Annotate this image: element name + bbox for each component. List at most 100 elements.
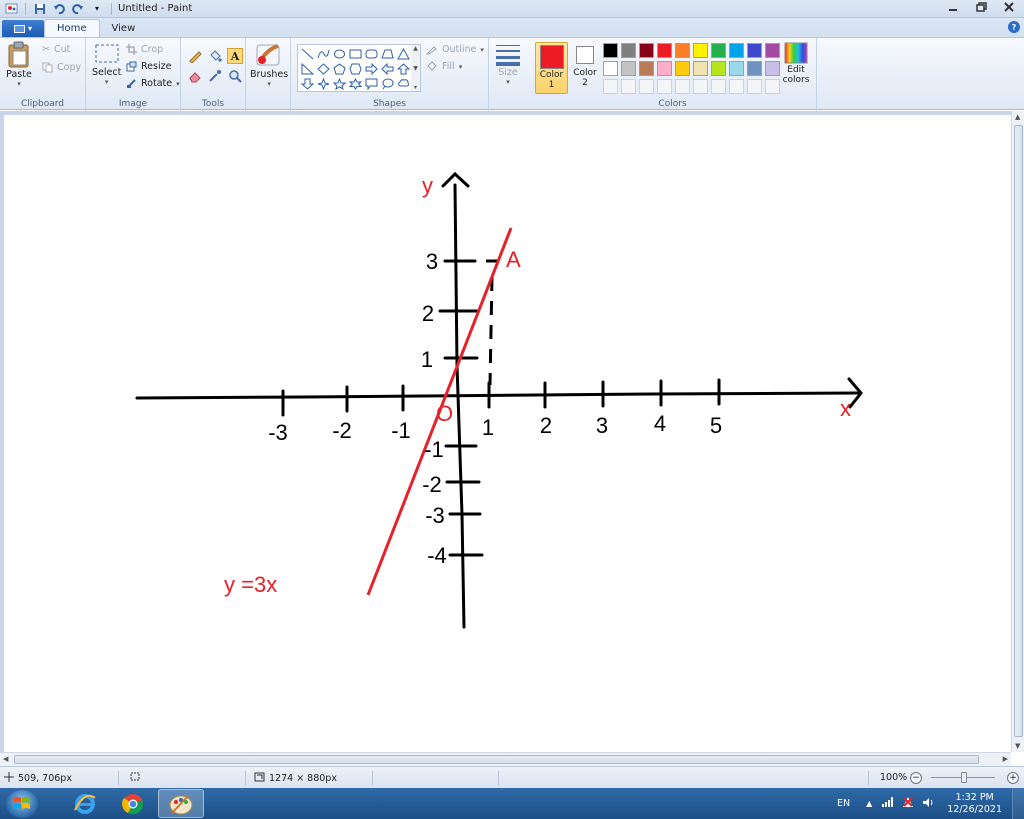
zoom-out-icon[interactable]: − xyxy=(910,772,922,784)
color-swatch[interactable] xyxy=(603,43,618,58)
show-hidden-icons-icon[interactable]: ▲ xyxy=(866,799,872,808)
line-shape-icon[interactable] xyxy=(299,46,315,61)
redo-icon[interactable] xyxy=(71,2,85,15)
color-swatch[interactable] xyxy=(675,43,690,58)
color-swatch[interactable] xyxy=(729,61,744,76)
show-desktop-button[interactable] xyxy=(1012,788,1024,819)
crop-button[interactable]: Crop xyxy=(126,44,163,55)
up-arrow-shape-icon[interactable] xyxy=(395,61,411,76)
color2-button[interactable]: Color 2 xyxy=(570,42,600,94)
rectangle-shape-icon[interactable] xyxy=(347,46,363,61)
custom-color-swatch[interactable] xyxy=(747,79,762,94)
color-swatch[interactable] xyxy=(603,61,618,76)
copy-button[interactable]: Copy xyxy=(42,62,81,73)
language-indicator[interactable]: EN xyxy=(837,798,850,809)
chrome-taskbar-button[interactable] xyxy=(110,789,156,818)
action-center-icon[interactable] xyxy=(902,796,914,811)
color-swatch[interactable] xyxy=(657,43,672,58)
horizontal-scrollbar[interactable]: ◀ ▶ xyxy=(0,752,1011,766)
vertical-scrollbar[interactable]: ▲ ▼ xyxy=(1011,111,1024,752)
color-swatch[interactable] xyxy=(711,61,726,76)
magnifier-icon[interactable] xyxy=(227,68,243,84)
oval-callout-shape-icon[interactable] xyxy=(379,76,395,91)
shapes-scroll[interactable]: ▲ ▼ ▾ xyxy=(411,45,420,91)
cloud-callout-shape-icon[interactable] xyxy=(395,76,411,91)
cut-button[interactable]: ✂ Cut xyxy=(42,44,70,55)
down-arrow-shape-icon[interactable] xyxy=(299,76,315,91)
brushes-button[interactable]: Brushes ▾ xyxy=(250,41,288,88)
custom-color-swatch[interactable] xyxy=(765,79,780,94)
color-swatch[interactable] xyxy=(675,61,690,76)
fill-bucket-icon[interactable] xyxy=(207,48,223,64)
color-picker-icon[interactable] xyxy=(207,68,223,84)
outline-button[interactable]: Outline ▾ xyxy=(426,44,484,55)
polygon-shape-icon[interactable] xyxy=(379,46,395,61)
right-triangle-shape-icon[interactable] xyxy=(299,61,315,76)
vertical-scroll-thumb[interactable] xyxy=(1014,125,1023,737)
custom-color-swatch[interactable] xyxy=(621,79,636,94)
color-swatch[interactable] xyxy=(729,43,744,58)
color1-button[interactable]: Color 1 xyxy=(535,42,568,94)
custom-color-swatch[interactable] xyxy=(675,79,690,94)
eraser-icon[interactable] xyxy=(187,68,203,84)
hexagon-shape-icon[interactable] xyxy=(347,61,363,76)
rounded-rectangle-shape-icon[interactable] xyxy=(363,46,379,61)
tab-view[interactable]: View xyxy=(100,20,148,37)
paint-app-icon[interactable] xyxy=(4,2,18,15)
color-swatch[interactable] xyxy=(747,43,762,58)
expand-icon[interactable]: ▾ xyxy=(414,84,417,91)
color-swatch[interactable] xyxy=(657,61,672,76)
oval-shape-icon[interactable] xyxy=(331,46,347,61)
custom-color-swatch[interactable] xyxy=(711,79,726,94)
color-swatch[interactable] xyxy=(621,61,636,76)
chevron-up-icon[interactable]: ▲ xyxy=(413,45,418,52)
pentagon-shape-icon[interactable] xyxy=(331,61,347,76)
drawing-canvas[interactable]: -3 -2 -1 1 2 3 4 5 3 2 1 -1 -2 -3 -4 y x… xyxy=(4,115,1011,752)
color-swatch[interactable] xyxy=(621,43,636,58)
color-swatch[interactable] xyxy=(639,43,654,58)
color-swatch[interactable] xyxy=(765,43,780,58)
horizontal-scroll-thumb[interactable] xyxy=(14,755,979,764)
clock[interactable]: 1:32 PM 12/26/2021 xyxy=(947,792,1002,816)
paint-menu-button[interactable]: ▾ xyxy=(2,20,44,37)
curve-shape-icon[interactable] xyxy=(315,46,331,61)
color-swatch[interactable] xyxy=(639,61,654,76)
triangle-shape-icon[interactable] xyxy=(395,46,411,61)
rect-callout-shape-icon[interactable] xyxy=(363,76,379,91)
color-swatch[interactable] xyxy=(693,61,708,76)
customize-qat-icon[interactable]: ▾ xyxy=(90,2,104,15)
paint-taskbar-button[interactable] xyxy=(158,789,204,818)
start-button[interactable] xyxy=(6,790,38,818)
minimize-button[interactable] xyxy=(944,0,962,14)
pencil-icon[interactable] xyxy=(187,48,203,64)
scroll-right-icon[interactable]: ▶ xyxy=(1003,755,1008,763)
text-tool-icon[interactable]: A xyxy=(227,48,243,64)
scroll-down-icon[interactable]: ▼ xyxy=(1015,742,1020,750)
resize-button[interactable]: Resize xyxy=(126,61,171,72)
custom-color-swatch[interactable] xyxy=(657,79,672,94)
color-swatch[interactable] xyxy=(747,61,762,76)
edit-colors-button[interactable]: Edit colors xyxy=(779,41,813,85)
chevron-down-icon[interactable]: ▼ xyxy=(413,65,418,72)
paste-button[interactable]: Paste ▾ xyxy=(6,41,32,88)
internet-explorer-taskbar-button[interactable] xyxy=(62,789,108,818)
zoom-in-icon[interactable]: + xyxy=(1007,772,1019,784)
zoom-slider-thumb[interactable] xyxy=(961,772,967,783)
undo-icon[interactable] xyxy=(52,2,66,15)
color-swatch[interactable] xyxy=(693,43,708,58)
close-button[interactable] xyxy=(1000,0,1018,14)
rotate-button[interactable]: Rotate ▾ xyxy=(126,78,180,89)
shapes-gallery[interactable] xyxy=(297,44,421,92)
five-point-star-shape-icon[interactable] xyxy=(331,76,347,91)
four-point-star-shape-icon[interactable] xyxy=(315,76,331,91)
help-icon[interactable]: ? xyxy=(1008,21,1020,33)
custom-color-swatch[interactable] xyxy=(639,79,654,94)
select-button[interactable]: Select ▾ xyxy=(92,41,121,86)
network-icon[interactable] xyxy=(882,797,894,810)
right-arrow-shape-icon[interactable] xyxy=(363,61,379,76)
left-arrow-shape-icon[interactable] xyxy=(379,61,395,76)
scroll-up-icon[interactable]: ▲ xyxy=(1015,113,1020,121)
volume-icon[interactable] xyxy=(922,797,935,811)
custom-color-swatch[interactable] xyxy=(603,79,618,94)
fill-button[interactable]: Fill ▾ xyxy=(426,61,462,72)
